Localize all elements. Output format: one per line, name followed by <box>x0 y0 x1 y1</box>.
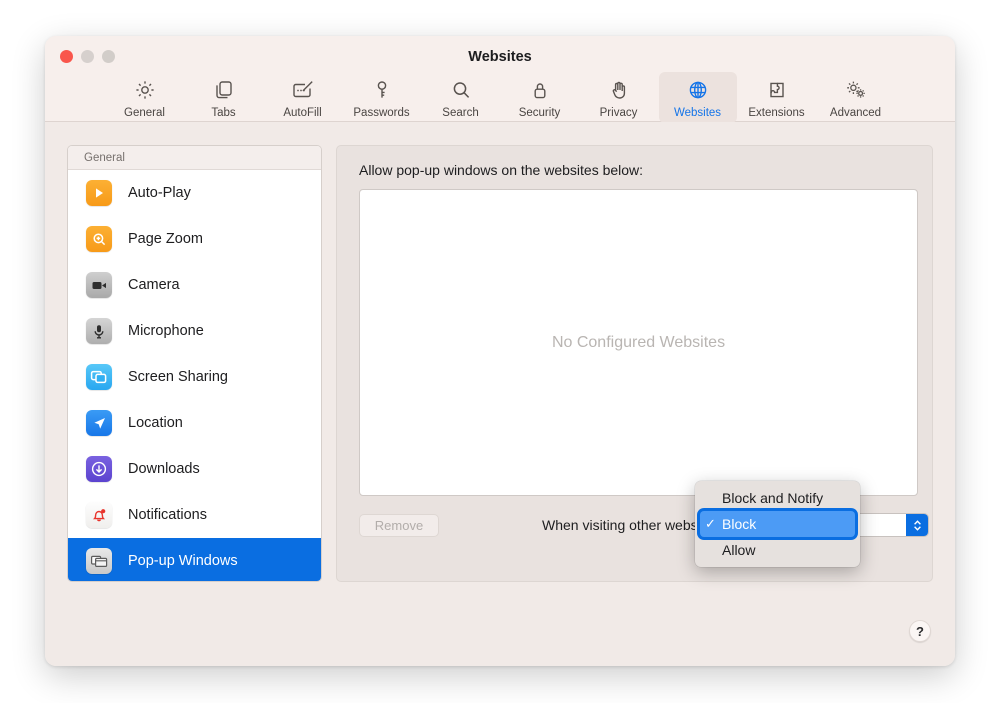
other-websites-label: When visiting other websites <box>542 517 720 533</box>
sidebar-item-popup-windows[interactable]: Pop-up Windows <box>68 538 321 581</box>
toolbar-item-websites[interactable]: Websites <box>658 72 737 123</box>
toolbar-label: Advanced <box>829 107 882 119</box>
bell-icon <box>86 502 112 528</box>
toolbar-item-advanced[interactable]: Advanced <box>817 72 895 123</box>
play-icon <box>86 180 112 206</box>
toolbar-label: Extensions <box>748 107 805 119</box>
sidebar-item-label: Downloads <box>128 461 200 477</box>
sidebar-item-label: Auto-Play <box>128 185 191 201</box>
sidebar-item-label: Notifications <box>128 507 207 523</box>
menu-item-label: Block <box>722 516 757 532</box>
help-button[interactable]: ? <box>909 620 931 642</box>
sidebar-item-label: Page Zoom <box>128 231 203 247</box>
autofill-icon <box>290 77 316 103</box>
sidebar-item-label: Camera <box>128 277 180 293</box>
configured-websites-list[interactable]: No Configured Websites <box>359 189 918 496</box>
toolbar-label: Websites <box>673 107 722 119</box>
empty-list-message: No Configured Websites <box>551 333 726 351</box>
sidebar-item-location[interactable]: Location <box>68 400 321 446</box>
menu-item-label: Block and Notify <box>722 490 824 506</box>
toolbar-item-privacy[interactable]: Privacy <box>580 72 658 123</box>
puzzle-icon <box>765 77 789 103</box>
menu-item-allow[interactable]: Allow <box>700 537 855 563</box>
sidebar-section-header: General <box>68 146 321 170</box>
detail-pane-title: Allow pop-up windows on the websites bel… <box>359 162 644 178</box>
sidebar-item-microphone[interactable]: Microphone <box>68 308 321 354</box>
toolbar-label: AutoFill <box>283 107 322 119</box>
gear-icon <box>133 77 157 103</box>
checkmark-icon: ✓ <box>705 516 716 531</box>
popup-windows-icon <box>86 548 112 574</box>
sidebar-item-camera[interactable]: Camera <box>68 262 321 308</box>
toolbar-item-tabs[interactable]: Tabs <box>185 72 263 123</box>
toolbar-item-security[interactable]: Security <box>501 72 579 123</box>
sidebar-item-label: Location <box>128 415 183 431</box>
lock-icon <box>528 77 552 103</box>
toolbar-label: Search <box>442 107 479 119</box>
websites-sidebar: General Auto-Play Page Zoom Camera Micro… <box>67 145 322 582</box>
screen-share-icon <box>86 364 112 390</box>
toolbar-item-autofill[interactable]: AutoFill <box>264 72 342 123</box>
gears-icon <box>843 77 869 103</box>
toolbar-item-search[interactable]: Search <box>422 72 500 123</box>
key-icon <box>370 77 394 103</box>
window-titlebar: Websites General Tabs AutoFill Passwords… <box>45 36 955 123</box>
preferences-body: General Auto-Play Page Zoom Camera Micro… <box>45 122 955 666</box>
sidebar-item-screen-sharing[interactable]: Screen Sharing <box>68 354 321 400</box>
sidebar-item-page-zoom[interactable]: Page Zoom <box>68 216 321 262</box>
window-title: Websites <box>468 49 532 65</box>
toolbar-item-general[interactable]: General <box>106 72 184 123</box>
preferences-window: Websites General Tabs AutoFill Passwords… <box>45 36 955 666</box>
page-zoom-icon <box>86 226 112 252</box>
other-websites-dropdown-menu: Block and Notify ✓ Block Allow <box>695 481 860 567</box>
microphone-icon <box>86 318 112 344</box>
toolbar-label: Tabs <box>211 107 236 119</box>
menu-item-block[interactable]: ✓ Block <box>700 511 855 537</box>
sidebar-item-auto-play[interactable]: Auto-Play <box>68 170 321 216</box>
chevron-updown-icon <box>906 514 928 536</box>
menu-item-label: Allow <box>722 542 756 558</box>
toolbar-label: Privacy <box>599 107 638 119</box>
hand-icon <box>607 77 631 103</box>
sidebar-item-label: Screen Sharing <box>128 369 228 385</box>
search-icon <box>449 77 473 103</box>
sidebar-item-notifications[interactable]: Notifications <box>68 492 321 538</box>
download-icon <box>86 456 112 482</box>
remove-button[interactable]: Remove <box>359 513 439 537</box>
sidebar-item-label: Pop-up Windows <box>128 553 238 569</box>
menu-item-block-and-notify[interactable]: Block and Notify <box>700 485 855 511</box>
preferences-toolbar: General Tabs AutoFill Passwords Search S… <box>45 72 955 123</box>
toolbar-label: General <box>124 107 165 119</box>
toolbar-label: Security <box>518 107 561 119</box>
toolbar-item-passwords[interactable]: Passwords <box>343 72 421 123</box>
sidebar-item-downloads[interactable]: Downloads <box>68 446 321 492</box>
location-icon <box>86 410 112 436</box>
sidebar-item-label: Microphone <box>128 323 204 339</box>
toolbar-label: Passwords <box>353 107 410 119</box>
toolbar-item-extensions[interactable]: Extensions <box>738 72 816 123</box>
tabs-icon <box>212 77 236 103</box>
globe-icon <box>686 77 710 103</box>
camera-icon <box>86 272 112 298</box>
